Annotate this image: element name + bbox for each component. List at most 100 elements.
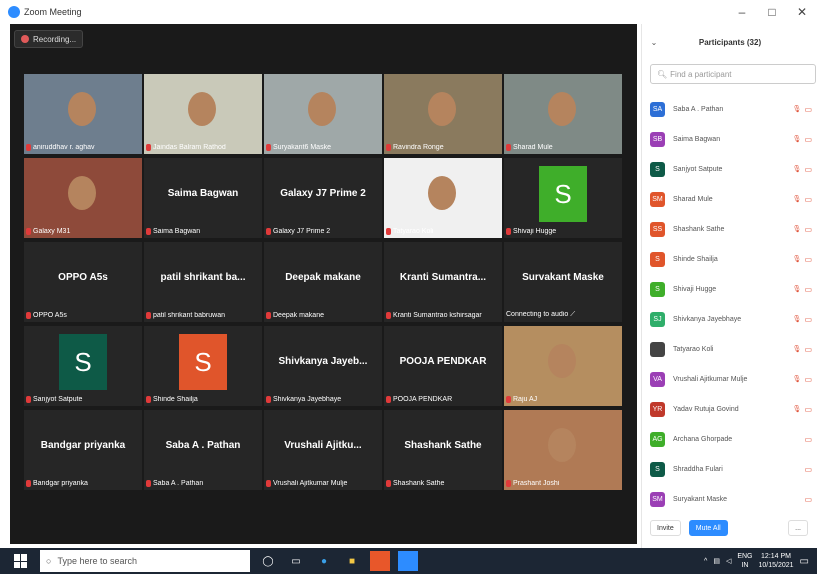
video-tile[interactable]: Kranti Sumantra... Kranti Sumantrao kshir…: [384, 242, 502, 322]
video-tile[interactable]: Saima Bagwan Saima Bagwan: [144, 158, 262, 238]
video-tile[interactable]: Shashank Sathe Shashank Sathe: [384, 410, 502, 490]
mute-all-button[interactable]: Mute All: [688, 520, 728, 536]
video-tile[interactable]: patil shrikant ba... patil shrikant babru…: [144, 242, 262, 322]
invite-button[interactable]: Invite: [650, 520, 681, 536]
participant-row[interactable]: S Shivaji Hugge 🎙︎ ▭: [642, 274, 817, 304]
tile-name-label: Shashank Sathe: [386, 480, 500, 487]
participant-name: Shraddha Fulari: [673, 465, 723, 473]
video-tile[interactable]: Galaxy J7 Prime 2 Galaxy J7 Prime 2: [264, 158, 382, 238]
muted-mic-icon: [386, 396, 391, 403]
collapse-chevron-icon[interactable]: ⌄: [642, 38, 666, 47]
notification-icon[interactable]: ▭: [800, 556, 809, 567]
participant-row[interactable]: SB Saima Bagwan 🎙︎ ▭: [642, 124, 817, 154]
windows-start-icon[interactable]: [14, 554, 28, 568]
tile-name-label: Jaindas Balram Rathod: [146, 144, 260, 151]
tile-name-label: Deepak makane: [266, 312, 380, 319]
close-button[interactable]: ✕: [787, 0, 817, 24]
volume-icon[interactable]: ◁: [726, 557, 731, 565]
video-tile[interactable]: aniruddhav r. aghav: [24, 74, 142, 154]
video-tile[interactable]: Raju AJ: [504, 326, 622, 406]
more-button[interactable]: ...: [788, 520, 808, 536]
video-tile[interactable]: Deepak makane Deepak makane: [264, 242, 382, 322]
participant-row[interactable]: SS Shashank Sathe 🎙︎ ▭: [642, 214, 817, 244]
video-tile[interactable]: S Shinde Shailja: [144, 326, 262, 406]
tile-name-label: Sanjyot Satpute: [26, 396, 140, 403]
video-tile[interactable]: Tatyarao Koli: [384, 158, 502, 238]
video-tile[interactable]: Vrushali Ajitku... Vrushali Ajitkumar Mul…: [264, 410, 382, 490]
video-tile[interactable]: Shivkanya Jayeb... Shivkanya Jayebhaye: [264, 326, 382, 406]
video-tile[interactable]: Suryakant6 Maske: [264, 74, 382, 154]
maximize-button[interactable]: □: [757, 0, 787, 24]
participant-row[interactable]: AG Archana Ghorpade ▭: [642, 424, 817, 454]
network-icon[interactable]: ▤: [713, 557, 720, 565]
participant-search-input[interactable]: 🔍︎ Find a participant: [650, 64, 816, 84]
tile-name-text: Sharad Mule: [513, 144, 553, 151]
participant-row[interactable]: S Shraddha Fulari ▭: [642, 454, 817, 484]
cortana-icon[interactable]: ◯: [258, 551, 278, 571]
participant-video: [504, 74, 622, 154]
muted-mic-icon: 🎙︎: [792, 105, 802, 113]
tile-name-label: Ravindra Ronge: [386, 144, 500, 151]
taskbar-search-input[interactable]: ○ Type here to search: [40, 550, 250, 572]
participant-row[interactable]: S Sanjyot Satpute 🎙︎ ▭: [642, 154, 817, 184]
zoom-taskbar-icon[interactable]: [398, 551, 418, 571]
minimize-button[interactable]: –: [727, 0, 757, 24]
video-tile[interactable]: Galaxy M31: [24, 158, 142, 238]
participant-row[interactable]: VA Vrushali Ajitkumar Mulje 🎙︎ ▭: [642, 364, 817, 394]
participant-status-icons: 🎙︎ ▭: [793, 405, 812, 414]
muted-mic-icon: [266, 312, 271, 319]
video-off-icon: ▭: [804, 104, 812, 114]
video-tile[interactable]: Bandgar priyanka Bandgar priyanka: [24, 410, 142, 490]
muted-mic-icon: 🎙︎: [792, 165, 802, 173]
task-view-icon[interactable]: ▭: [286, 551, 306, 571]
video-tile[interactable]: Jaindas Balram Rathod: [144, 74, 262, 154]
muted-mic-icon: [506, 228, 511, 235]
tile-name-text: Deepak makane: [273, 312, 324, 319]
tile-name-label: Vrushali Ajitkumar Mulje: [266, 480, 380, 487]
participant-row[interactable]: SA Saba A . Pathan 🎙︎ ▭: [642, 94, 817, 124]
participant-status-icons: 🎙︎ ▭: [793, 225, 812, 234]
muted-mic-icon: 🎙︎: [792, 285, 802, 293]
participant-name: Sharad Mule: [673, 195, 713, 203]
language-indicator[interactable]: ENG IN: [737, 552, 752, 570]
participant-row[interactable]: S Shinde Shailja 🎙︎ ▭: [642, 244, 817, 274]
date-label: 10/15/2021: [758, 562, 794, 569]
recording-indicator[interactable]: Recording...: [14, 30, 84, 48]
participant-avatar: SM: [650, 491, 665, 507]
participant-row[interactable]: YR Yadav Rutuja Govind 🎙︎ ▭: [642, 394, 817, 424]
muted-mic-icon: [506, 396, 511, 403]
participant-status-icons: 🎙︎ ▭: [793, 315, 812, 324]
video-tile[interactable]: Survakant Maske Connecting to audio ⟋: [504, 242, 622, 322]
tile-name-text: Raju AJ: [513, 396, 538, 403]
video-off-icon: ▭: [804, 314, 812, 324]
participant-avatar: YR: [650, 401, 665, 417]
tile-name-label: Bandgar priyanka: [26, 480, 140, 487]
tile-name-label: Galaxy M31: [26, 228, 140, 235]
file-explorer-icon[interactable]: ■: [342, 551, 362, 571]
clock[interactable]: 12:14 PM 10/15/2021: [759, 552, 794, 570]
video-tile[interactable]: POOJA PENDKAR POOJA PENDKAR: [384, 326, 502, 406]
video-tile[interactable]: S Shivaji Hugge: [504, 158, 622, 238]
store-icon[interactable]: [370, 551, 390, 571]
recording-label: Recording...: [33, 34, 77, 44]
video-tile[interactable]: Ravindra Ronge: [384, 74, 502, 154]
participant-row[interactable]: Tatyarao Koli 🎙︎ ▭: [642, 334, 817, 364]
participant-row[interactable]: SM Sharad Mule 🎙︎ ▭: [642, 184, 817, 214]
muted-mic-icon: [506, 144, 511, 151]
video-tile[interactable]: Sharad Mule: [504, 74, 622, 154]
video-tile[interactable]: S Sanjyot Satpute: [24, 326, 142, 406]
chevron-up-icon[interactable]: ^: [704, 558, 707, 565]
participant-row[interactable]: SM Suryakant Maske ▭: [642, 484, 817, 514]
tile-name-text: Kranti Sumantrao kshirsagar: [393, 312, 482, 319]
participant-name: Shinde Shailja: [673, 255, 718, 263]
edge-browser-icon[interactable]: ●: [314, 551, 334, 571]
tile-name-label: Shivkanya Jayebhaye: [266, 396, 380, 403]
participant-avatar: SS: [650, 221, 665, 237]
muted-mic-icon: [26, 312, 31, 319]
video-tile[interactable]: OPPO A5s OPPO A5s: [24, 242, 142, 322]
participant-face: [428, 92, 456, 126]
participant-row[interactable]: SJ Shivkanya Jayebhaye 🎙︎ ▭: [642, 304, 817, 334]
video-tile[interactable]: Prashant Joshi: [504, 410, 622, 490]
participant-avatar: S: [650, 161, 665, 177]
video-tile[interactable]: Saba A . Pathan Saba A . Pathan: [144, 410, 262, 490]
